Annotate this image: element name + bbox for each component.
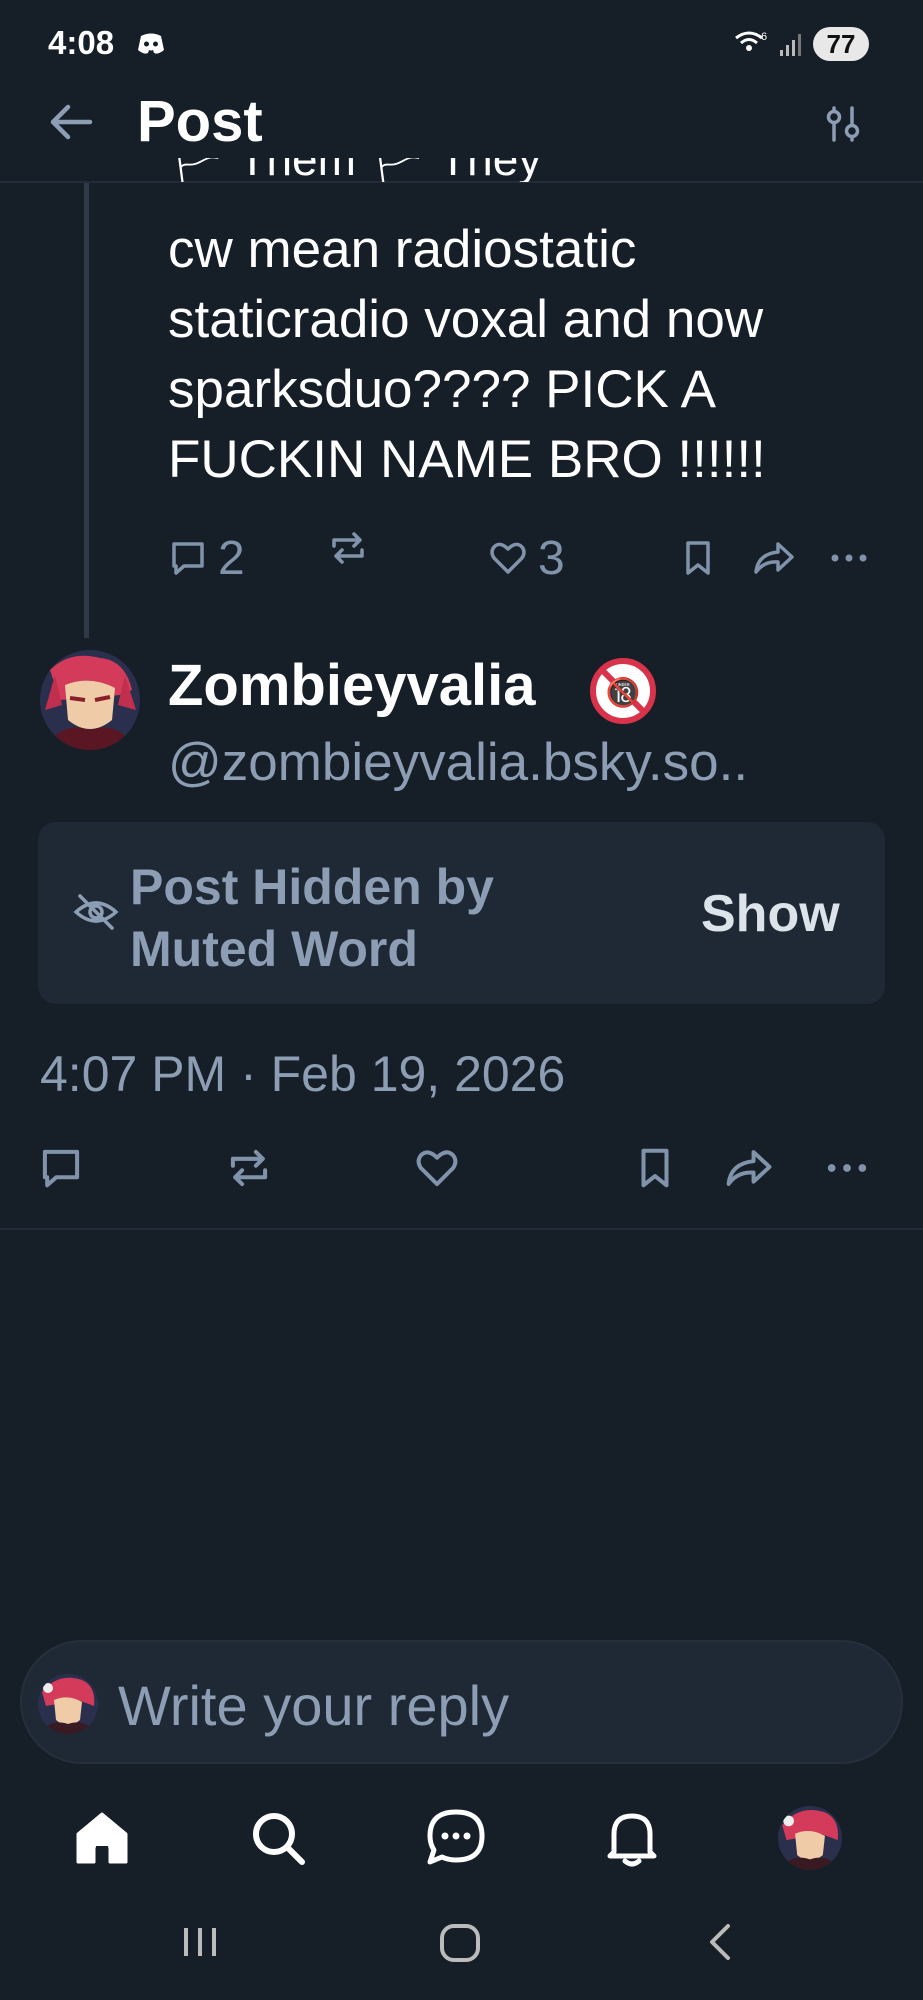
notifications-icon[interactable] (600, 1806, 664, 1870)
reply-avatar (38, 1674, 98, 1734)
share-icon (754, 542, 794, 574)
battery-indicator: 77 (813, 27, 869, 61)
sliders-icon[interactable] (824, 104, 862, 144)
chat-icon[interactable] (424, 1806, 488, 1870)
avatar-illustration (40, 650, 140, 750)
muted-word-label: Post Hidden by Muted Word (130, 859, 494, 977)
main-like-button[interactable] (414, 1140, 460, 1196)
author-name[interactable]: Zombieyvalia (168, 652, 535, 719)
repost-button[interactable] (328, 520, 368, 576)
back-arrow-icon[interactable] (46, 100, 96, 144)
discord-icon (138, 33, 164, 54)
adult-content-badge-icon: 🔞 (590, 658, 656, 724)
eye-slash-icon (73, 894, 119, 930)
profile-avatar[interactable] (778, 1806, 842, 1870)
clipped-pronouns-text: 🏳 Them 🏳 They (168, 158, 541, 182)
like-button[interactable]: 3 (488, 530, 565, 586)
main-repost-button[interactable] (226, 1140, 272, 1196)
share-button[interactable] (752, 530, 796, 586)
share-icon (726, 1150, 772, 1186)
author-avatar[interactable] (40, 650, 140, 750)
bookmark-icon (641, 1148, 669, 1188)
home-system-icon[interactable] (436, 1918, 486, 1968)
recent-apps-icon[interactable] (180, 1918, 220, 1968)
status-time: 4:08 (48, 24, 115, 61)
clipped-pronouns: 🏳 Them 🏳 They (168, 158, 868, 182)
post-timestamp: 4:07 PM · Feb 19, 2026 (40, 1046, 566, 1102)
svg-text:6: 6 (761, 31, 767, 43)
reply-count: 2 (218, 531, 245, 585)
reply-placeholder: Write your reply (118, 1674, 510, 1737)
heart-icon (490, 542, 526, 574)
reply-button[interactable]: 2 (168, 530, 245, 586)
search-icon[interactable] (246, 1806, 310, 1870)
main-more-options-button[interactable] (824, 1140, 870, 1196)
adult-badge-text: 🔞 (606, 676, 641, 709)
more-icon (831, 554, 867, 562)
signal-icon (780, 34, 801, 56)
reply-avatar-illustration (38, 1674, 98, 1734)
repost-icon (230, 1149, 268, 1187)
more-options-button[interactable] (828, 530, 870, 586)
home-icon[interactable] (70, 1806, 134, 1870)
page-title: Post (137, 89, 263, 154)
more-icon (827, 1164, 867, 1172)
repost-icon (332, 532, 364, 564)
back-system-icon[interactable] (700, 1918, 740, 1968)
heart-icon (416, 1150, 458, 1187)
main-reply-button[interactable] (38, 1140, 84, 1196)
profile-avatar-illustration (778, 1806, 842, 1870)
like-count: 3 (538, 531, 565, 585)
author-handle[interactable]: @zombieyvalia.bsky.so.. (168, 732, 748, 793)
bookmark-button[interactable] (680, 530, 716, 586)
wifi-icon: 6 (735, 31, 767, 51)
post-divider (0, 1228, 923, 1230)
parent-post-text: cw mean radiostatic staticradio voxal an… (168, 220, 766, 489)
show-hidden-post-button[interactable]: Show (701, 884, 840, 944)
comment-icon (42, 1149, 80, 1188)
comment-icon (172, 542, 204, 575)
main-share-button[interactable] (724, 1140, 774, 1196)
main-bookmark-button[interactable] (634, 1140, 676, 1196)
bookmark-icon (686, 541, 710, 575)
thread-line (84, 183, 89, 638)
